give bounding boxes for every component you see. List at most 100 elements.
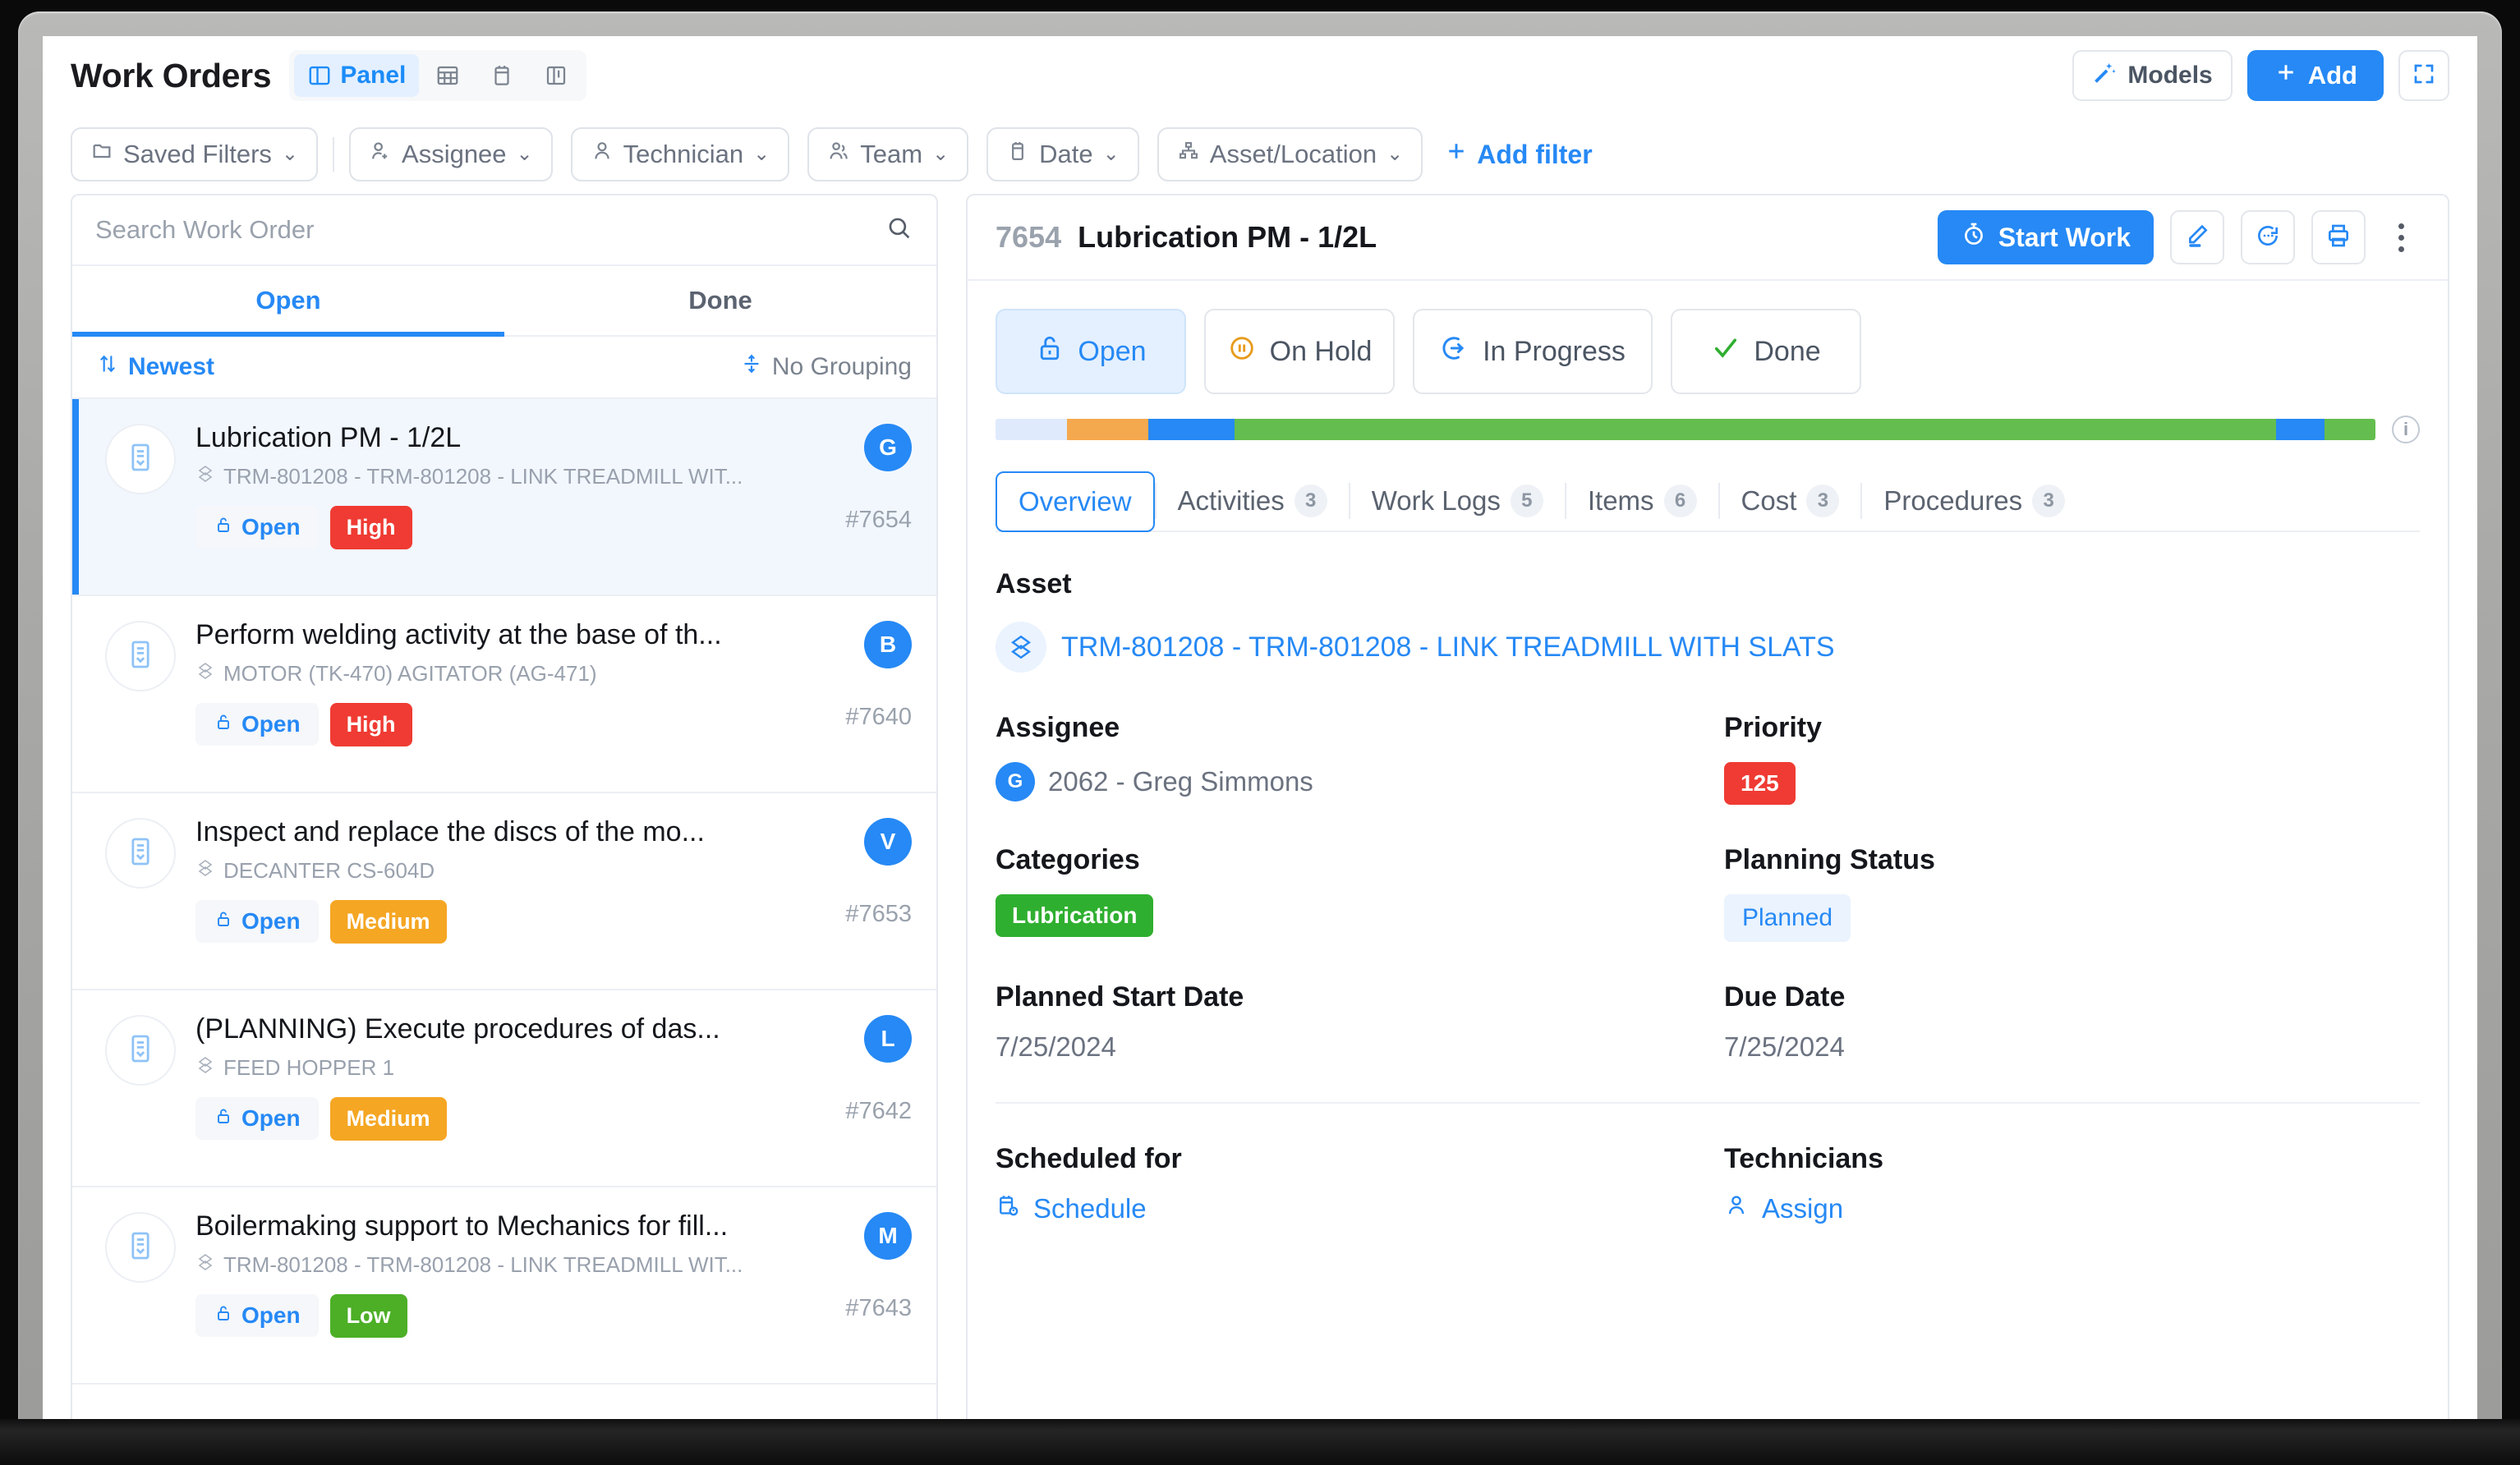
detail-header: 7654 Lubrication PM - 1/2L <box>968 195 2448 281</box>
work-order-detail-pane: 7654 Lubrication PM - 1/2L <box>966 194 2449 1419</box>
tab-items[interactable]: Items 6 <box>1566 471 1718 530</box>
work-order-list-item[interactable]: Boilermaking support to Mechanics for fi… <box>72 1187 936 1385</box>
status-badge-label: Open <box>241 1105 301 1132</box>
view-switcher: Panel <box>289 50 586 101</box>
tab-activities[interactable]: Activities 3 <box>1157 471 1349 530</box>
filter-label: Technician <box>623 140 743 169</box>
search-input[interactable] <box>95 215 885 245</box>
progress-row: i <box>996 416 2420 443</box>
tab-work-logs[interactable]: Work Logs 5 <box>1350 471 1565 530</box>
more-icon-dot <box>2398 223 2404 229</box>
detail-fields: Assignee G 2062 - Greg Simmons Priority … <box>996 673 2420 1063</box>
status-badge[interactable]: Open <box>195 506 319 549</box>
scheduled-for-label: Scheduled for <box>996 1143 1691 1175</box>
filter-technician[interactable]: Technician ⌄ <box>571 127 790 181</box>
asset-cube-icon <box>195 1252 215 1278</box>
priority-badge: High <box>330 703 412 746</box>
view-table-button[interactable] <box>422 54 473 97</box>
models-label: Models <box>2127 62 2212 90</box>
work-order-badges: Open High <box>195 506 802 549</box>
more-icon-dot <box>2398 246 2404 252</box>
work-order-icon-badge <box>105 818 176 889</box>
work-order-icon-badge <box>105 1212 176 1283</box>
filter-team[interactable]: Team ⌄ <box>807 127 968 181</box>
view-calendar-button[interactable] <box>476 54 527 97</box>
unlock-icon <box>214 1302 233 1329</box>
status-done-button[interactable]: Done <box>1671 309 1861 394</box>
tab-overview[interactable]: Overview <box>996 471 1155 532</box>
progress-segment <box>1067 419 1148 440</box>
status-badge[interactable]: Open <box>195 1294 319 1337</box>
calendar-icon <box>490 63 514 88</box>
status-on-hold-button[interactable]: On Hold <box>1204 309 1395 394</box>
status-open-label: Open <box>1078 336 1146 368</box>
work-order-title: Lubrication PM - 1/2L <box>195 420 802 456</box>
sort-button[interactable]: Newest <box>97 353 214 381</box>
tab-done[interactable]: Done <box>504 266 936 335</box>
tab-cost[interactable]: Cost 3 <box>1720 471 1861 530</box>
work-order-list-item[interactable]: Perform welding activity at the base of … <box>72 596 936 793</box>
status-open-button[interactable]: Open <box>996 309 1186 394</box>
status-badge-label: Open <box>241 908 301 935</box>
info-icon[interactable]: i <box>2392 416 2420 443</box>
main-body: Open Done <box>43 194 2477 1419</box>
schedule-button[interactable]: Schedule <box>996 1193 1147 1224</box>
status-badge[interactable]: Open <box>195 703 319 746</box>
edit-icon <box>2184 223 2210 253</box>
edit-button[interactable] <box>2170 210 2224 264</box>
print-button[interactable] <box>2311 210 2366 264</box>
view-panel-button[interactable]: Panel <box>294 54 419 97</box>
work-order-list-item[interactable]: Lubrication PM - 1/2L TRM-801208 - TRM-8… <box>72 399 936 596</box>
chevron-down-icon: ⌄ <box>517 145 533 164</box>
work-order-content: Boilermaking support to Mechanics for fi… <box>195 1209 802 1338</box>
planning-status-label: Planning Status <box>1724 844 2420 876</box>
status-badge-label: Open <box>241 711 301 737</box>
tab-procedures[interactable]: Procedures 3 <box>1862 471 2086 530</box>
work-order-meta: V #7653 <box>821 815 912 967</box>
status-badge[interactable]: Open <box>195 1097 319 1140</box>
view-kanban-button[interactable] <box>531 54 582 97</box>
add-filter-button[interactable]: Add filter <box>1444 139 1592 170</box>
comment-button[interactable] <box>2241 210 2295 264</box>
planning-status-badge: Planned <box>1724 894 1851 942</box>
work-order-meta: L #7642 <box>821 1012 912 1164</box>
progress-bar[interactable] <box>996 419 2375 440</box>
status-in-progress-button[interactable]: In Progress <box>1413 309 1653 394</box>
add-button[interactable]: Add <box>2247 50 2384 101</box>
work-order-list-item[interactable]: Inspect and replace the discs of the mo.… <box>72 793 936 990</box>
assign-button[interactable]: Assign <box>1724 1193 1843 1224</box>
start-work-button[interactable]: Start Work <box>1938 210 2154 264</box>
more-options-button[interactable] <box>2382 210 2420 264</box>
progress-segment <box>2325 419 2375 440</box>
asset-link[interactable]: TRM-801208 - TRM-801208 - LINK TREADMILL… <box>996 622 2420 673</box>
chevron-down-icon: ⌄ <box>1386 145 1403 164</box>
tab-procedures-label: Procedures <box>1883 485 2022 517</box>
fullscreen-button[interactable] <box>2398 50 2449 101</box>
calendar-clock-icon <box>996 1193 1020 1224</box>
status-badge[interactable]: Open <box>195 900 319 943</box>
work-order-asset-label: TRM-801208 - TRM-801208 - LINK TREADMILL… <box>223 464 743 489</box>
comment-icon <box>2255 223 2281 253</box>
filter-assignee[interactable]: Assignee ⌄ <box>349 127 553 181</box>
header-actions: Models Add <box>2072 50 2449 101</box>
search-icon[interactable] <box>885 214 913 246</box>
work-order-list-item[interactable]: (PLANNING) Execute procedures of das... … <box>72 990 936 1187</box>
filter-asset-location[interactable]: Asset/Location ⌄ <box>1157 127 1423 181</box>
work-order-icon-badge <box>105 621 176 691</box>
group-button[interactable]: No Grouping <box>741 353 912 381</box>
table-icon <box>435 63 460 88</box>
tab-open[interactable]: Open <box>72 266 504 335</box>
filter-date[interactable]: Date ⌄ <box>986 127 1139 181</box>
models-button[interactable]: Models <box>2072 50 2232 101</box>
filter-saved-filters[interactable]: Saved Filters ⌄ <box>71 127 318 181</box>
tab-activities-count: 3 <box>1294 485 1327 517</box>
work-order-document-icon <box>124 1032 157 1069</box>
work-order-document-icon <box>124 638 157 675</box>
work-order-number: #7643 <box>845 1295 912 1322</box>
detail-fields-secondary: Scheduled for <box>996 1104 2420 1224</box>
screen: Work Orders Panel <box>43 36 2477 1419</box>
progress-segment <box>2276 419 2325 440</box>
user-plus-icon <box>369 140 392 169</box>
work-order-badges: Open Medium <box>195 900 802 944</box>
assignee-value: 2062 - Greg Simmons <box>1048 766 1313 797</box>
